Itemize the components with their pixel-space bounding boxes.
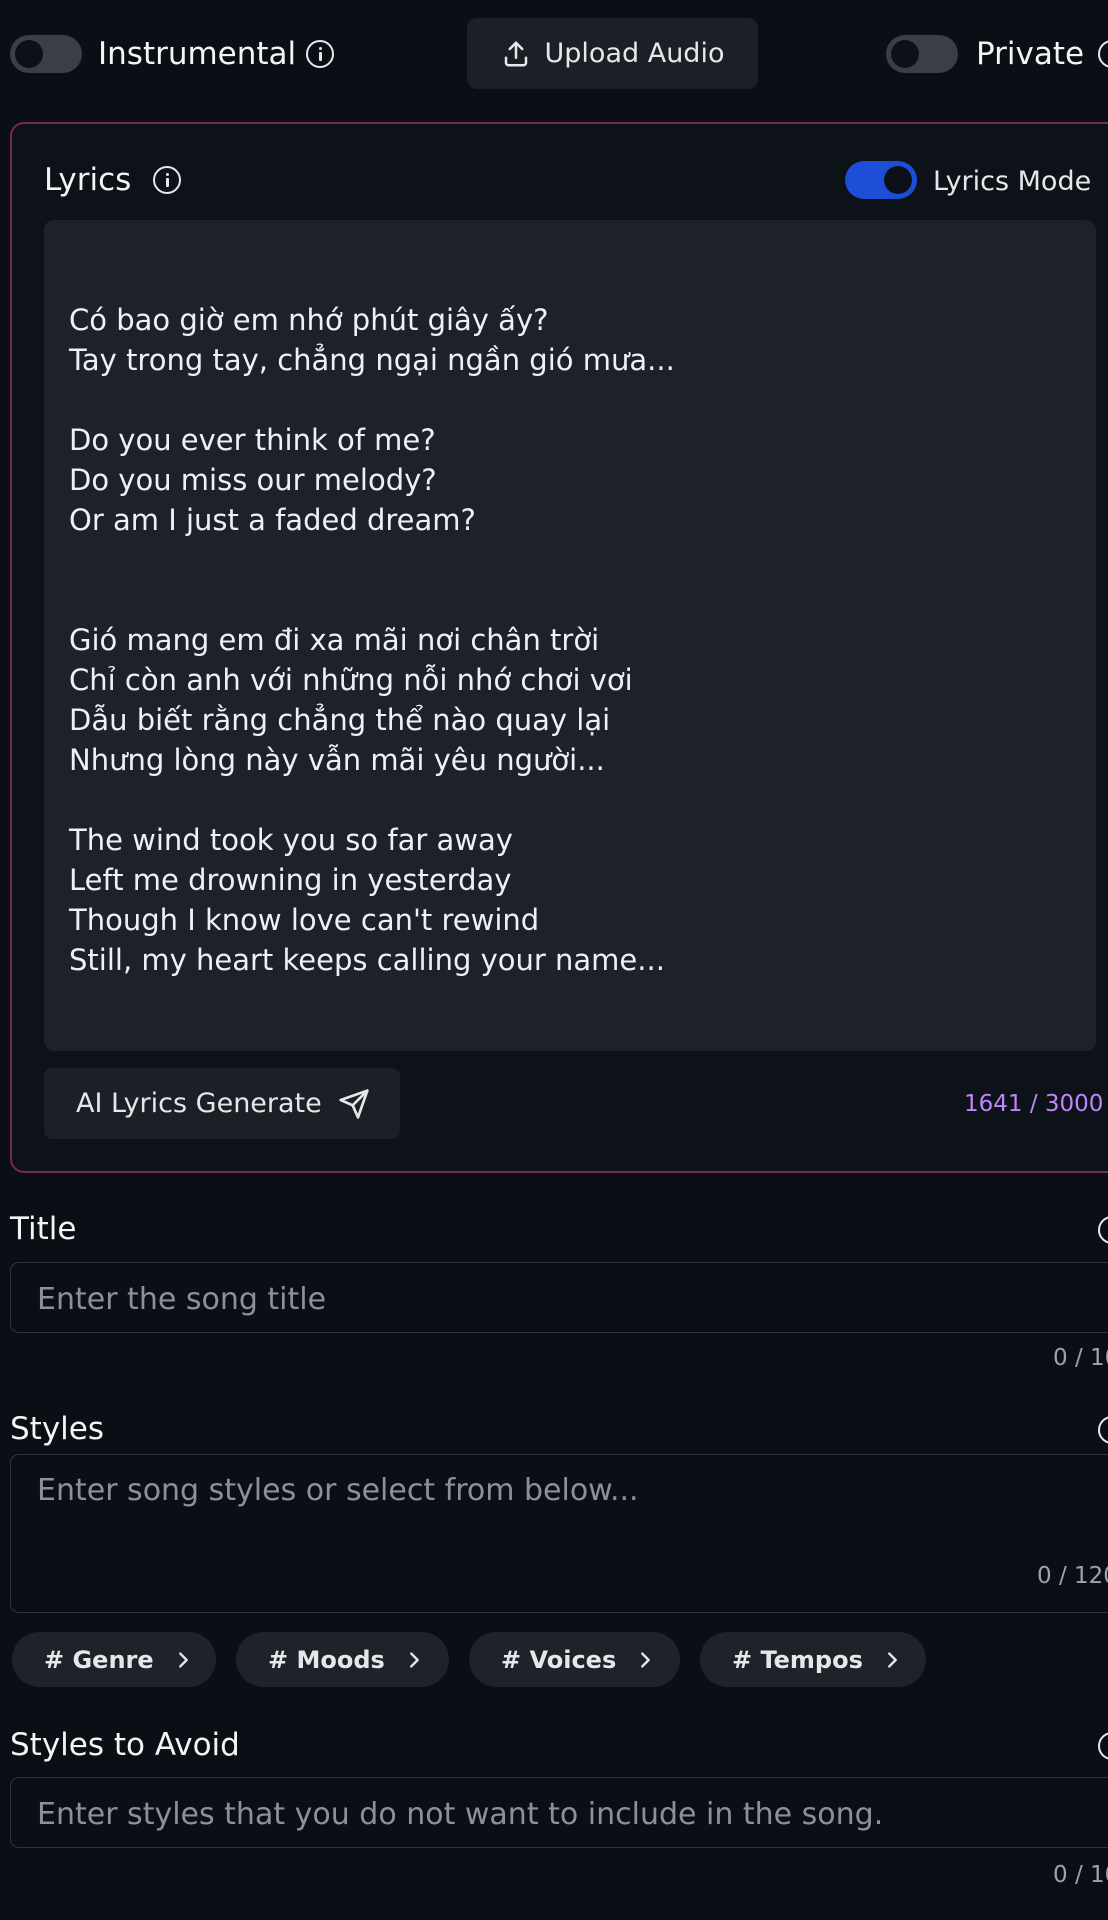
- lyrics-label: Lyrics: [44, 162, 132, 198]
- ai-lyrics-generate-button[interactable]: AI Lyrics Generate: [44, 1068, 400, 1139]
- title-label: Title: [10, 1211, 77, 1247]
- tag-tempos-label: # Tempos: [732, 1645, 863, 1674]
- lyrics-mode-label: Lyrics Mode: [933, 166, 1092, 197]
- title-char-count: 0 / 10: [1053, 1345, 1108, 1371]
- styles-placeholder: Enter song styles or select from below..…: [37, 1473, 639, 1508]
- tag-genre[interactable]: # Genre: [12, 1632, 216, 1687]
- toggle-knob: [891, 40, 919, 68]
- styles-char-count: 0 / 120: [1037, 1563, 1108, 1589]
- upload-audio-label: Upload Audio: [544, 38, 725, 69]
- tag-voices-label: # Voices: [501, 1645, 617, 1674]
- lyrics-info-icon[interactable]: [153, 166, 181, 194]
- tag-voices[interactable]: # Voices: [469, 1632, 680, 1687]
- toggle-knob: [15, 40, 43, 68]
- upload-audio-button[interactable]: Upload Audio: [467, 18, 758, 89]
- tag-genre-label: # Genre: [44, 1645, 154, 1674]
- lyrics-text: Leaving me lost in time... Có bao giờ em…: [69, 303, 675, 977]
- lyrics-mode-toggle[interactable]: [845, 161, 917, 199]
- styles-avoid-placeholder: Enter styles that you do not want to inc…: [37, 1797, 884, 1832]
- title-input[interactable]: Enter the song title: [10, 1262, 1108, 1333]
- send-icon: [339, 1088, 369, 1119]
- lyrics-textarea[interactable]: Leaving me lost in time... Có bao giờ em…: [44, 220, 1096, 1051]
- chevron-right-icon: [887, 1651, 897, 1668]
- styles-info-icon[interactable]: [1098, 1416, 1108, 1444]
- tag-moods-label: # Moods: [268, 1645, 385, 1674]
- instrumental-toggle[interactable]: [10, 35, 82, 73]
- private-label: Private: [976, 36, 1085, 72]
- styles-avoid-input[interactable]: Enter styles that you do not want to inc…: [10, 1777, 1108, 1848]
- lyrics-char-count: 1641 / 3000: [964, 1091, 1104, 1117]
- chevron-right-icon: [409, 1651, 419, 1668]
- styles-avoid-char-count: 0 / 10: [1053, 1862, 1108, 1888]
- styles-label: Styles: [10, 1411, 105, 1447]
- private-info-icon[interactable]: [1098, 40, 1108, 68]
- chevron-right-icon: [641, 1651, 651, 1668]
- chevron-right-icon: [178, 1651, 188, 1668]
- toggle-knob: [884, 166, 912, 194]
- instrumental-label: Instrumental: [98, 36, 297, 72]
- tag-tempos[interactable]: # Tempos: [700, 1632, 926, 1687]
- styles-avoid-label: Styles to Avoid: [10, 1727, 240, 1763]
- instrumental-info-icon[interactable]: [306, 40, 334, 68]
- title-placeholder: Enter the song title: [37, 1282, 327, 1317]
- title-info-icon[interactable]: [1098, 1216, 1108, 1244]
- upload-icon: [504, 41, 527, 66]
- ai-lyrics-generate-label: AI Lyrics Generate: [76, 1088, 322, 1119]
- tag-moods[interactable]: # Moods: [236, 1632, 449, 1687]
- styles-input[interactable]: Enter song styles or select from below..…: [10, 1454, 1108, 1613]
- private-toggle[interactable]: [886, 35, 958, 73]
- styles-avoid-info-icon[interactable]: [1098, 1732, 1108, 1760]
